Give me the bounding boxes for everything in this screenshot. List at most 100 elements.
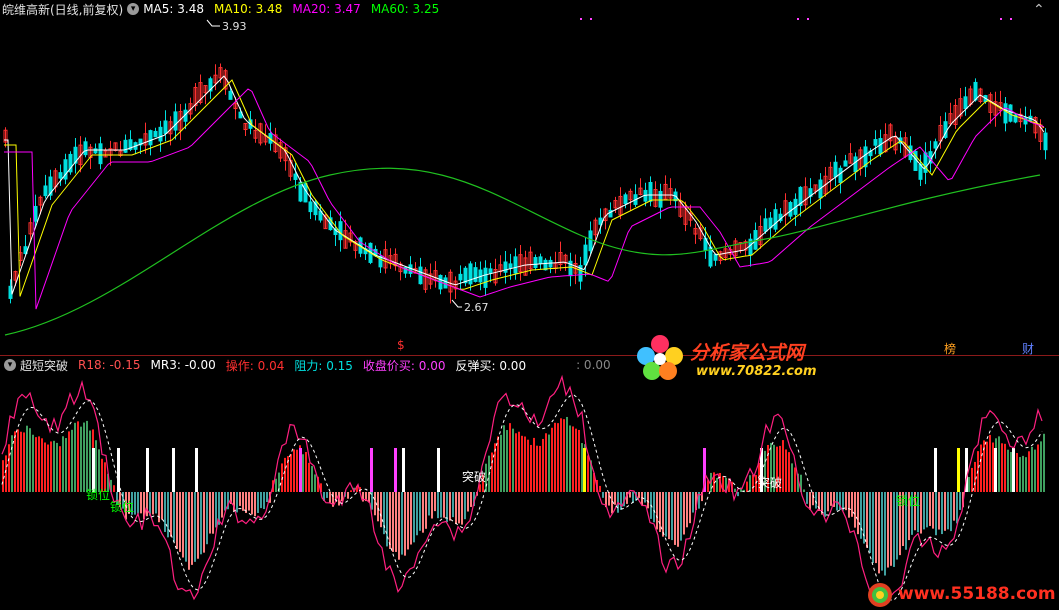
indicator-bar bbox=[968, 476, 970, 492]
indicator-bar bbox=[926, 492, 928, 528]
indicator-bar bbox=[689, 492, 691, 524]
swirl-logo-icon bbox=[868, 583, 892, 607]
signal-stick bbox=[957, 448, 960, 492]
indicator-bar bbox=[551, 427, 553, 492]
indicator-bar bbox=[827, 492, 829, 512]
indicator-bar bbox=[221, 492, 223, 518]
indicator-bar bbox=[671, 492, 673, 541]
chevron-down-icon[interactable]: ▾ bbox=[4, 359, 16, 371]
indicator-bar bbox=[953, 492, 955, 521]
indicator-bar bbox=[53, 440, 55, 492]
indicator-bar bbox=[350, 490, 352, 492]
menu-toggle-icon[interactable]: ⌃ bbox=[1033, 2, 1051, 18]
ma10-value: MA10: 3.48 bbox=[213, 2, 283, 16]
indicator-bar bbox=[860, 492, 862, 539]
indicator-bar bbox=[410, 492, 412, 545]
chevron-down-icon[interactable]: ▾ bbox=[127, 3, 140, 15]
marker-dollar[interactable]: $ bbox=[397, 338, 405, 352]
indicator-bar bbox=[164, 492, 166, 532]
indicator-bar bbox=[749, 475, 751, 492]
marker-bang[interactable]: 榜 bbox=[944, 340, 956, 357]
indicator-bar bbox=[959, 492, 961, 510]
signal-stick bbox=[402, 448, 405, 492]
indicator-bar bbox=[980, 444, 982, 492]
indicator-bar bbox=[539, 445, 541, 492]
indicator-bar bbox=[875, 492, 877, 564]
indicator-bar bbox=[1025, 457, 1027, 492]
indicator-bar bbox=[752, 474, 754, 492]
top-dot bbox=[797, 18, 799, 20]
indicator-bar bbox=[950, 492, 952, 532]
indicator-bar bbox=[815, 492, 817, 509]
indicator-bar bbox=[23, 432, 25, 492]
indicator-bar bbox=[566, 416, 568, 492]
candle-body bbox=[583, 244, 588, 266]
indicator-bar bbox=[1004, 443, 1006, 492]
indicator-bar bbox=[683, 492, 685, 535]
indicator-bar bbox=[395, 492, 397, 552]
signal-stick bbox=[195, 448, 198, 492]
indicator-bar bbox=[440, 492, 442, 518]
indicator-bar bbox=[311, 466, 313, 492]
indicator-bar bbox=[686, 492, 688, 528]
indicator-bar bbox=[5, 455, 7, 492]
ma20-value: MA20: 3.47 bbox=[292, 2, 361, 16]
marker-cai[interactable]: 财 bbox=[1022, 340, 1034, 357]
indicator-bar bbox=[425, 492, 427, 529]
candle-body bbox=[873, 139, 878, 146]
indicator-bar bbox=[998, 436, 1000, 492]
indicator-bar bbox=[653, 492, 655, 523]
candle-body bbox=[33, 205, 38, 222]
indicator-bar bbox=[554, 422, 556, 492]
indicator-bar bbox=[557, 423, 559, 492]
indicator-bar bbox=[581, 443, 583, 492]
indicator-name[interactable]: 超短突破 bbox=[20, 357, 68, 374]
indicator-bar bbox=[890, 492, 892, 566]
candle-body bbox=[153, 130, 158, 138]
signal-stick bbox=[437, 448, 440, 492]
indicator-bar bbox=[413, 492, 415, 543]
extra-value: : 0.00 bbox=[576, 358, 611, 372]
indicator-bar bbox=[545, 433, 547, 492]
indicator-bar bbox=[62, 436, 64, 492]
indicator-bar bbox=[467, 492, 469, 512]
stock-title[interactable]: 皖维高新(日线,前复权) bbox=[2, 1, 123, 18]
indicator-bar bbox=[608, 492, 610, 506]
low-marker-line bbox=[451, 299, 462, 308]
indicator-bar bbox=[500, 434, 502, 492]
indicator-bar bbox=[98, 449, 100, 492]
high-price-label: 3.93 bbox=[222, 20, 247, 33]
indicator-bar bbox=[869, 492, 871, 553]
indicator-bar bbox=[155, 492, 157, 514]
indicator-bar bbox=[146, 492, 148, 517]
indicator-bar bbox=[308, 462, 310, 492]
candle-body bbox=[623, 194, 628, 205]
indicator-bar bbox=[422, 492, 424, 533]
indicator-bar bbox=[506, 430, 508, 492]
candle-body bbox=[43, 185, 48, 197]
indicator-bar bbox=[512, 428, 514, 492]
indicator-bar bbox=[137, 492, 139, 514]
indicator-bar bbox=[437, 492, 439, 519]
indicator-bar bbox=[179, 492, 181, 552]
indicator-bar bbox=[992, 442, 994, 492]
indicator-bar bbox=[1040, 441, 1042, 492]
indicator-bar bbox=[152, 492, 154, 515]
indicator-bar bbox=[737, 492, 739, 497]
indicator-bar bbox=[1019, 457, 1021, 492]
candle-body bbox=[298, 181, 303, 202]
indicator-bar bbox=[866, 492, 868, 548]
indicator-bar bbox=[380, 492, 382, 528]
indicator-bar bbox=[971, 467, 973, 492]
indicator-bar bbox=[1034, 449, 1036, 492]
candle-body bbox=[923, 152, 928, 173]
indicator-bar bbox=[575, 428, 577, 492]
indicator-bar bbox=[872, 492, 874, 564]
indicator-bar bbox=[716, 478, 718, 492]
indicator-bar bbox=[503, 425, 505, 492]
indicator-bar bbox=[1037, 444, 1039, 492]
indicator-bar bbox=[692, 492, 694, 513]
indicator-bar bbox=[464, 492, 466, 520]
indicator-bar bbox=[887, 492, 889, 568]
indicator-bar bbox=[842, 492, 844, 511]
